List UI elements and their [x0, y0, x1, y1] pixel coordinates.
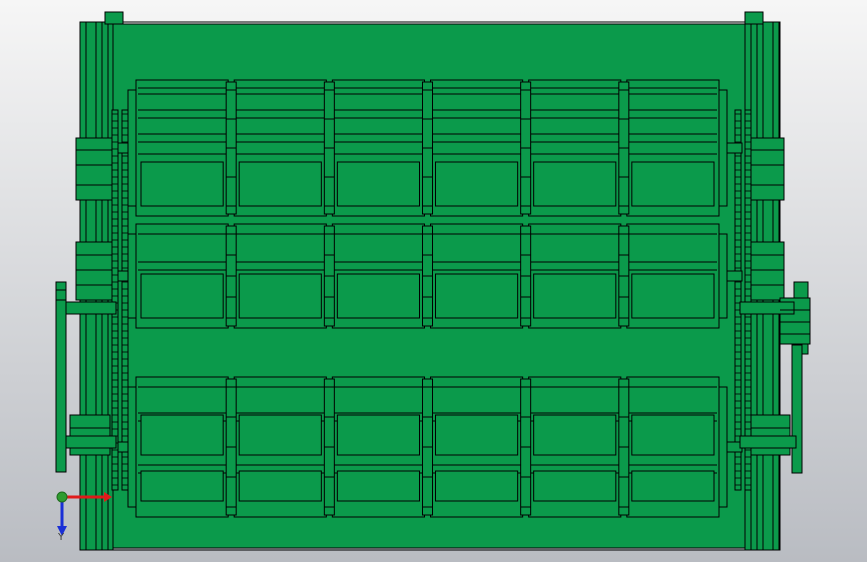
conveyor-module[interactable]	[233, 79, 327, 217]
conveyor-module[interactable]	[331, 79, 426, 217]
conveyor-module[interactable]	[135, 79, 229, 217]
row-end-cap-left	[127, 89, 137, 207]
chain-guide-1	[121, 109, 129, 491]
conveyor-module[interactable]	[430, 376, 524, 518]
machine-body[interactable]	[55, 11, 811, 551]
row-end-cap-right	[718, 386, 728, 508]
row-end-cap-left	[127, 386, 137, 508]
row-end-cap-right	[718, 89, 728, 207]
triad-axis-label: Y	[58, 532, 65, 543]
conveyor-module[interactable]	[626, 223, 720, 329]
conveyor-row-3[interactable]	[117, 376, 743, 518]
conveyor-module[interactable]	[626, 376, 720, 518]
chain-guide-3	[744, 109, 752, 491]
conveyor-module[interactable]	[331, 223, 426, 329]
chain-guide-0	[111, 109, 119, 491]
cad-graphics-viewport[interactable]: Y	[0, 0, 867, 562]
row-end-cap-left	[127, 233, 137, 319]
conveyor-module[interactable]	[430, 223, 524, 329]
chain-guide-2	[734, 109, 742, 491]
conveyor-row-2[interactable]	[117, 223, 743, 329]
conveyor-row-1[interactable]	[117, 79, 743, 217]
conveyor-rows[interactable]	[117, 79, 743, 518]
conveyor-module[interactable]	[135, 223, 229, 329]
conveyor-module[interactable]	[233, 223, 327, 329]
conveyor-module[interactable]	[331, 376, 426, 518]
row-end-cap-right	[718, 233, 728, 319]
conveyor-module[interactable]	[430, 79, 524, 217]
conveyor-module[interactable]	[528, 376, 622, 518]
conveyor-module[interactable]	[626, 79, 720, 217]
conveyor-module[interactable]	[233, 376, 327, 518]
conveyor-module[interactable]	[135, 376, 229, 518]
conveyor-module[interactable]	[528, 79, 622, 217]
conveyor-module[interactable]	[528, 223, 622, 329]
machine-assembly-front-view[interactable]	[0, 0, 867, 562]
